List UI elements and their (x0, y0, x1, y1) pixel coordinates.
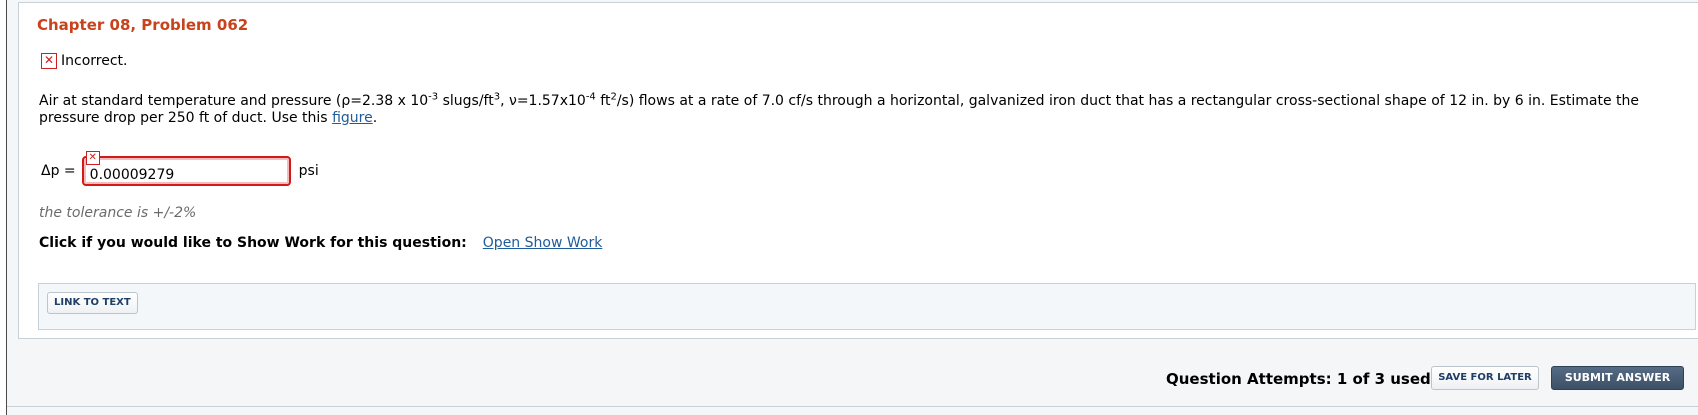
answer-label: Δp = (41, 163, 76, 179)
save-for-later-button[interactable]: SAVE FOR LATER (1431, 366, 1539, 390)
answer-input[interactable] (81, 156, 291, 186)
answer-unit: psi (298, 163, 319, 179)
question-panel: Chapter 08, Problem 062 ✕ Incorrect. Air… (18, 2, 1698, 339)
incorrect-x-icon: ✕ (41, 53, 57, 69)
answer-row: Δp = ✕ psi (41, 151, 319, 187)
error-x-icon: ✕ (85, 151, 100, 165)
submit-answer-button[interactable]: SUBMIT ANSWER (1551, 366, 1684, 390)
attempts-counter: Question Attempts: 1 of 3 used (1166, 370, 1431, 388)
problem-statement: Air at standard temperature and pressure… (39, 91, 1697, 127)
bottom-divider (7, 406, 1698, 407)
link-to-text-button[interactable]: LINK TO TEXT (47, 292, 138, 314)
figure-link[interactable]: figure (332, 110, 373, 126)
resource-links-bar: LINK TO TEXT (38, 283, 1696, 330)
answer-status: ✕ Incorrect. (41, 53, 127, 69)
problem-title: Chapter 08, Problem 062 (37, 16, 249, 34)
show-work-row: Click if you would like to Show Work for… (39, 235, 602, 251)
tolerance-note: the tolerance is +/-2% (39, 205, 197, 221)
exponent: -4 (585, 91, 596, 103)
exponent: -3 (428, 91, 439, 103)
status-text: Incorrect. (61, 53, 128, 69)
question-footer: Question Attempts: 1 of 3 used SAVE FOR … (7, 360, 1698, 400)
problem-text-part: ft (595, 93, 611, 109)
assignment-frame: Chapter 08, Problem 062 ✕ Incorrect. Air… (6, 0, 1698, 415)
problem-text-part: . (372, 110, 378, 126)
answer-input-wrapper: ✕ (81, 151, 291, 186)
show-work-prompt: Click if you would like to Show Work for… (39, 235, 467, 251)
problem-text-part: slugs/ft (438, 93, 494, 109)
problem-text-part: , ν=1.57x10 (500, 93, 586, 109)
open-show-work-link[interactable]: Open Show Work (483, 235, 603, 251)
problem-text-part: Air at standard temperature and pressure… (39, 93, 429, 109)
